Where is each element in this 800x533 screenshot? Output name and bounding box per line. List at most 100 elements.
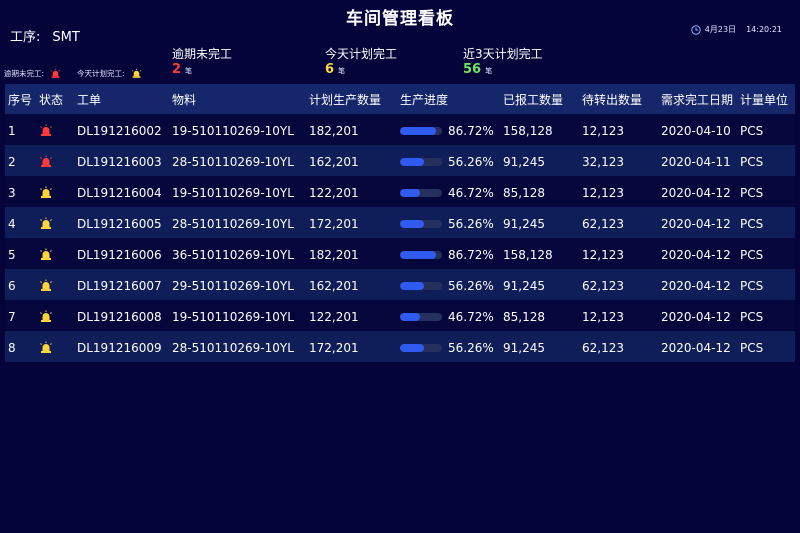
status-cell — [35, 246, 77, 261]
table-row[interactable]: 1 DL191216002 19-510110269-10YL 182,201 86.7… — [5, 114, 795, 145]
production-progress: 86.72% — [400, 246, 503, 262]
status-legend: 逾期未完工: 今天计划完工: — [4, 68, 142, 79]
unit: PCS — [740, 340, 764, 355]
reported-quantity: 85,128 — [503, 185, 545, 200]
yellow-alarm-icon — [40, 186, 52, 198]
reported-quantity: 91,245 — [503, 154, 545, 169]
column-header: 序号 — [8, 92, 33, 107]
stat-three-days-value: 56 — [463, 62, 482, 77]
row-number: 6 — [8, 278, 16, 293]
pending-transfer-quantity: 62,123 — [582, 278, 624, 293]
progress-fill — [400, 157, 424, 166]
reported-quantity: 91,245 — [503, 278, 545, 293]
clock-date: 4月23日 — [704, 25, 737, 34]
stat-overdue-value: 2 — [172, 62, 182, 77]
due-date: 2020-04-12 — [661, 309, 731, 324]
work-order: DL191216005 — [77, 216, 162, 231]
stat-today-unit: 笔 — [338, 67, 346, 75]
status-cell — [35, 339, 77, 354]
unit: PCS — [740, 309, 764, 324]
table-row[interactable]: 8 DL191216009 28-510110269-10YL 172,201 56.2… — [5, 331, 795, 362]
stat-today: 今天计划完工 6笔 — [325, 45, 397, 77]
due-date: 2020-04-10 — [661, 123, 731, 138]
due-date: 2020-04-12 — [661, 216, 731, 231]
reported-quantity: 158,128 — [503, 123, 553, 138]
table-row[interactable]: 3 DL191216004 19-510110269-10YL 122,201 46.7… — [5, 176, 795, 207]
table-row[interactable]: 7 DL191216008 19-510110269-10YL 122,201 46.7… — [5, 300, 795, 331]
table-row[interactable]: 6 DL191216007 29-510110269-10YL 162,201 56.2… — [5, 269, 795, 300]
work-order: DL191216004 — [77, 185, 162, 200]
progress-text: 46.72% — [448, 309, 494, 324]
column-header: 状态 — [39, 92, 64, 107]
progress-text: 56.26% — [448, 278, 494, 293]
reported-quantity: 91,245 — [503, 340, 545, 355]
unit: PCS — [740, 123, 764, 138]
due-date: 2020-04-12 — [661, 278, 731, 293]
production-progress: 56.26% — [400, 153, 503, 169]
progress-fill — [400, 188, 420, 197]
planned-quantity: 182,201 — [309, 123, 359, 138]
material: 19-510110269-10YL — [172, 185, 294, 200]
stat-three-days-label: 近3天计划完工 — [463, 47, 543, 61]
material: 19-510110269-10YL — [172, 309, 294, 324]
progress-fill — [400, 250, 437, 259]
work-order-table: 序号 状态 工单 物料 计划生产数量 生产进度 已报工数量 待转出数量 需求完工… — [5, 84, 795, 362]
status-cell — [35, 153, 77, 168]
production-progress: 56.26% — [400, 215, 503, 231]
yellow-alarm-icon — [40, 279, 52, 291]
table-row[interactable]: 4 DL191216005 28-510110269-10YL 172,201 56.2… — [5, 207, 795, 238]
pending-transfer-quantity: 62,123 — [582, 340, 624, 355]
yellow-alarm-icon — [40, 217, 52, 229]
unit: PCS — [740, 185, 764, 200]
progress-text: 56.26% — [448, 216, 494, 231]
progress-bar — [400, 343, 442, 352]
progress-fill — [400, 219, 424, 228]
pending-transfer-quantity: 62,123 — [582, 216, 624, 231]
progress-bar — [400, 188, 442, 197]
work-order: DL191216002 — [77, 123, 162, 138]
clock: 4月23日 14:20:21 — [691, 24, 782, 35]
production-progress: 56.26% — [400, 339, 503, 355]
stat-today-value: 6 — [325, 62, 335, 77]
planned-quantity: 122,201 — [309, 309, 359, 324]
unit: PCS — [740, 278, 764, 293]
unit: PCS — [740, 154, 764, 169]
production-progress: 86.72% — [400, 122, 503, 138]
status-cell — [35, 308, 77, 323]
pending-transfer-quantity: 12,123 — [582, 185, 624, 200]
table-header: 序号 状态 工单 物料 计划生产数量 生产进度 已报工数量 待转出数量 需求完工… — [5, 84, 795, 114]
progress-bar — [400, 312, 442, 321]
table-row[interactable]: 2 DL191216003 28-510110269-10YL 162,201 56.2… — [5, 145, 795, 176]
progress-text: 56.26% — [448, 340, 494, 355]
work-order: DL191216008 — [77, 309, 162, 324]
progress-bar — [400, 126, 442, 135]
due-date: 2020-04-12 — [661, 247, 731, 262]
process-indicator: 工序: SMT — [10, 26, 80, 45]
progress-text: 86.72% — [448, 123, 494, 138]
progress-fill — [400, 126, 437, 135]
progress-bar — [400, 219, 442, 228]
yellow-alarm-icon — [40, 310, 52, 322]
table-row[interactable]: 5 DL191216006 36-510110269-10YL 182,201 86.7… — [5, 238, 795, 269]
work-order: DL191216006 — [77, 247, 162, 262]
pending-transfer-quantity: 12,123 — [582, 123, 624, 138]
material: 28-510110269-10YL — [172, 216, 294, 231]
stat-overdue-label: 逾期未完工 — [172, 47, 233, 61]
red-alarm-icon — [40, 155, 52, 167]
stat-today-label: 今天计划完工 — [325, 47, 398, 61]
material: 28-510110269-10YL — [172, 154, 294, 169]
clock-icon — [691, 24, 701, 35]
column-header: 工单 — [77, 92, 102, 107]
yellow-alarm-icon — [40, 248, 52, 260]
status-cell — [35, 184, 77, 199]
material: 36-510110269-10YL — [172, 247, 294, 262]
process-value: SMT — [52, 30, 80, 45]
column-header: 计量单位 — [740, 92, 789, 107]
column-header: 生产进度 — [400, 92, 449, 107]
work-order: DL191216003 — [77, 154, 162, 169]
progress-bar — [400, 250, 442, 259]
column-header: 需求完工日期 — [661, 92, 734, 107]
production-progress: 46.72% — [400, 308, 503, 324]
red-alarm-icon — [40, 124, 52, 136]
row-number: 2 — [8, 154, 16, 169]
